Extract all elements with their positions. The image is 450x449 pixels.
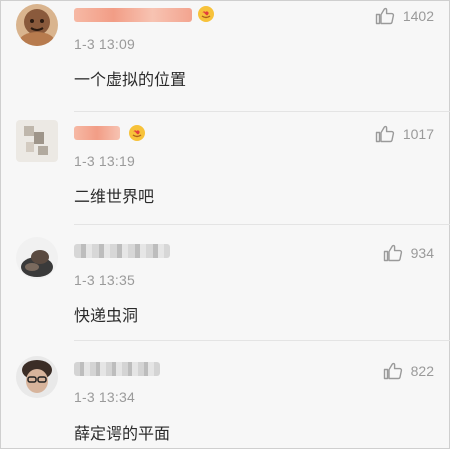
- like-button[interactable]: 822: [383, 362, 434, 380]
- comment-item: 1-3 13:19 二维世界吧 1017: [0, 112, 450, 225]
- comment-time: 1-3 13:09: [74, 36, 135, 52]
- username-blurred[interactable]: [74, 8, 192, 22]
- username-blurred[interactable]: [74, 126, 120, 140]
- like-count: 822: [410, 363, 434, 379]
- heart-eyes-emoji-icon: [198, 6, 214, 22]
- username-blurred[interactable]: [74, 244, 170, 258]
- comment-time: 1-3 13:34: [74, 389, 135, 405]
- like-count: 1017: [402, 126, 434, 142]
- thumbs-up-icon: [375, 125, 394, 143]
- comment-item: 1-3 13:34 薛定谔的平面 822: [0, 341, 450, 449]
- like-button[interactable]: 1402: [375, 7, 434, 25]
- avatar[interactable]: [16, 237, 58, 279]
- comment-text: 二维世界吧: [74, 189, 155, 206]
- comment-time: 1-3 13:35: [74, 272, 135, 288]
- comment-item: 1-3 13:35 快递虫洞 934: [0, 225, 450, 341]
- comment-time: 1-3 13:19: [74, 153, 135, 169]
- comment-item: 1-3 13:09 一个虚拟的位置 1402: [0, 0, 450, 112]
- like-button[interactable]: 934: [383, 244, 434, 262]
- thumbs-up-icon: [383, 362, 402, 380]
- thumbs-up-icon: [383, 244, 402, 262]
- like-button[interactable]: 1017: [375, 125, 434, 143]
- comment-text: 一个虚拟的位置: [74, 72, 187, 89]
- avatar[interactable]: [16, 356, 58, 398]
- avatar[interactable]: [16, 120, 58, 162]
- like-count: 934: [410, 245, 434, 261]
- avatar[interactable]: [16, 4, 58, 46]
- heart-eyes-emoji-icon: [129, 125, 145, 141]
- comment-text: 快递虫洞: [74, 308, 139, 325]
- username-blurred[interactable]: [74, 362, 160, 376]
- thumbs-up-icon: [375, 7, 394, 25]
- comment-text: 薛定谔的平面: [74, 426, 171, 443]
- like-count: 1402: [402, 8, 434, 24]
